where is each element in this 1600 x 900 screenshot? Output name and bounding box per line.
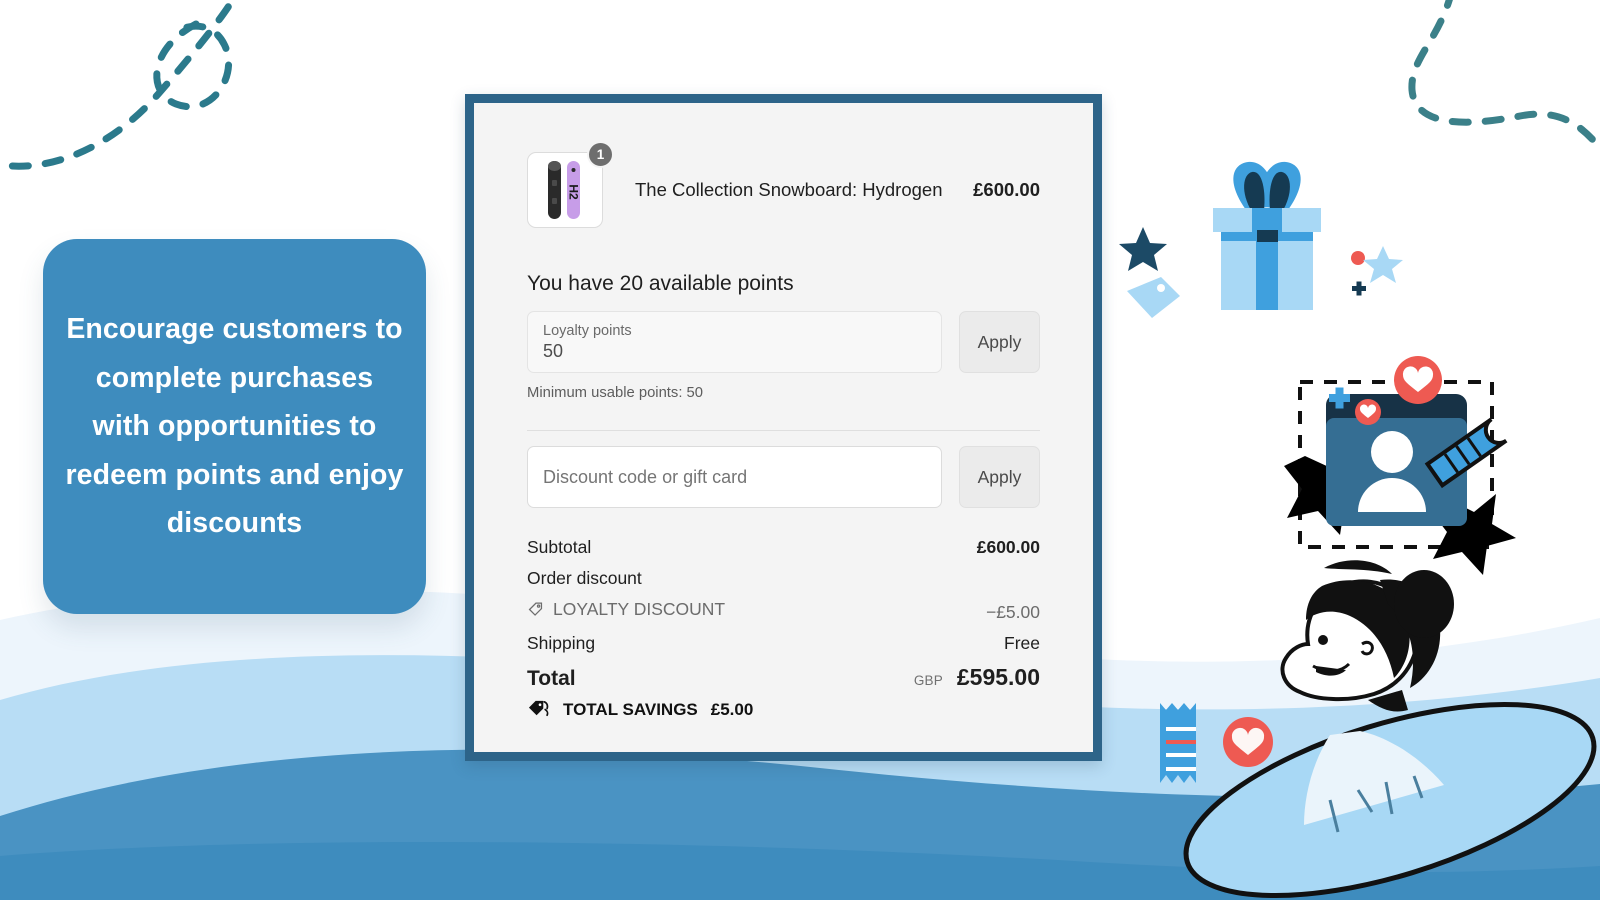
loyalty-points-input[interactable]: Loyalty points 50 bbox=[527, 311, 942, 373]
total-currency-code: GBP bbox=[913, 673, 943, 688]
star-black-left bbox=[1284, 448, 1376, 535]
total-value: £595.00 bbox=[956, 664, 1040, 690]
discount-code-field[interactable] bbox=[527, 446, 942, 508]
star-black-right bbox=[1430, 494, 1516, 575]
svg-text:H2: H2 bbox=[567, 184, 581, 200]
order-discount-label: Order discount bbox=[527, 568, 642, 588]
star-navy-accent bbox=[1119, 227, 1167, 271]
page-root: Encourage customers to complete purchase… bbox=[0, 0, 1600, 900]
section-divider bbox=[527, 430, 1040, 431]
product-line-item: H2 1 The Collection Snowboard: Hydrogen … bbox=[527, 141, 1040, 228]
summary-row-total: Total GBP £595.00 bbox=[527, 664, 1040, 691]
dot-red-accent bbox=[1351, 251, 1365, 265]
apply-loyalty-points-button[interactable]: Apply bbox=[959, 311, 1040, 373]
plus-navy-accent bbox=[1352, 281, 1366, 296]
promo-text: Encourage customers to complete purchase… bbox=[65, 313, 404, 540]
summary-row-loyalty-discount: LOYALTY DISCOUNT −£5.00 bbox=[527, 599, 1040, 623]
product-thumbnail-wrap: H2 1 bbox=[527, 141, 614, 228]
heart-badge-small bbox=[1355, 399, 1381, 425]
available-points-heading: You have 20 available points bbox=[527, 272, 794, 295]
star-lightblue-accent bbox=[1363, 246, 1403, 283]
loyalty-discount-label: LOYALTY DISCOUNT bbox=[553, 599, 726, 619]
shipping-label: Shipping bbox=[527, 633, 596, 653]
minimum-points-helper: Minimum usable points: 50 bbox=[527, 385, 704, 401]
loyalty-points-value: 50 bbox=[543, 340, 564, 361]
product-quantity-badge: 1 bbox=[587, 141, 614, 168]
apply-discount-button[interactable]: Apply bbox=[959, 446, 1040, 508]
checkout-card: H2 1 The Collection Snowboard: Hydrogen … bbox=[465, 94, 1102, 761]
subtotal-label: Subtotal bbox=[527, 537, 592, 557]
receipt-icon bbox=[1160, 703, 1196, 783]
total-savings-row: TOTAL SAVINGS £5.00 bbox=[527, 699, 1040, 720]
order-summary: Subtotal £600.00 Order discount LOYALTY … bbox=[527, 537, 1040, 720]
plus-blue-accent bbox=[1329, 387, 1350, 409]
total-label: Total bbox=[527, 667, 576, 690]
discount-code-input[interactable] bbox=[543, 466, 926, 488]
snowboard-pair-icon: H2 bbox=[548, 161, 581, 219]
promo-panel: Encourage customers to complete purchase… bbox=[43, 239, 426, 614]
product-title: The Collection Snowboard: Hydrogen bbox=[635, 179, 943, 200]
gift-box-illustration bbox=[1213, 161, 1321, 310]
ticket-icon bbox=[1424, 417, 1508, 489]
surfer-illustration bbox=[1183, 560, 1597, 899]
summary-row-shipping: Shipping Free bbox=[527, 633, 1040, 654]
product-price: £600.00 bbox=[973, 179, 1040, 200]
dashed-curve-topright bbox=[1408, 0, 1600, 152]
loyalty-discount-value: −£5.00 bbox=[985, 602, 1040, 622]
subtotal-value: £600.00 bbox=[976, 537, 1040, 557]
loyalty-points-label: Loyalty points bbox=[543, 322, 632, 339]
total-savings-value: £5.00 bbox=[710, 699, 754, 719]
loyalty-card-illustration bbox=[1284, 356, 1516, 575]
heart-badge-large bbox=[1394, 356, 1442, 404]
total-savings-label: TOTAL SAVINGS bbox=[563, 699, 698, 719]
price-tag-accent bbox=[1127, 277, 1180, 318]
loyalty-points-row: Loyalty points 50 Apply bbox=[527, 311, 1040, 373]
shipping-value: Free bbox=[1004, 633, 1040, 653]
tag-outline-icon bbox=[527, 601, 544, 618]
dashed-loop-topleft bbox=[0, 0, 237, 170]
double-tag-icon bbox=[527, 699, 550, 720]
person-avatar-icon bbox=[1358, 431, 1426, 512]
summary-row-order-discount: Order discount bbox=[527, 568, 1040, 589]
summary-row-subtotal: Subtotal £600.00 bbox=[527, 537, 1040, 558]
discount-code-row: Apply bbox=[527, 446, 1040, 508]
heart-badge-receipt bbox=[1223, 717, 1273, 767]
